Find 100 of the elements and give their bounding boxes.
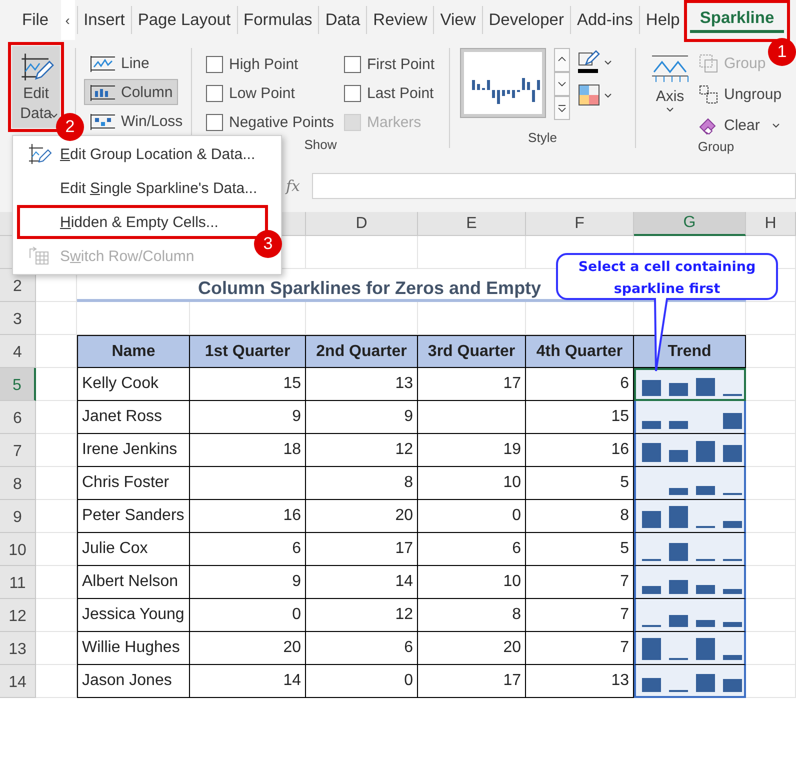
checkbox[interactable]: Low Point (206, 85, 295, 102)
tab-scroll-button[interactable]: ‹ (60, 0, 75, 40)
column-header[interactable]: G (634, 212, 746, 236)
sheet-cell[interactable] (746, 665, 796, 698)
function-label[interactable]: fx (286, 177, 308, 195)
table-cell: 14 (190, 665, 306, 698)
sheet-cell[interactable] (36, 632, 77, 665)
sparkline-cell[interactable] (634, 500, 746, 533)
row-header[interactable]: 11 (0, 566, 36, 599)
sheet-cell[interactable] (36, 401, 77, 434)
sheet-cell[interactable] (746, 500, 796, 533)
sparkline-cell[interactable] (634, 434, 746, 467)
row-header[interactable]: 4 (0, 335, 36, 368)
checkbox[interactable]: High Point (206, 56, 298, 73)
marker-color-button[interactable] (578, 84, 612, 106)
row-header[interactable]: 10 (0, 533, 36, 566)
ribbon-tab[interactable]: File (8, 6, 61, 34)
table-cell: 0 (418, 500, 526, 533)
sheet-cell[interactable] (746, 368, 796, 401)
row-header[interactable]: 8 (0, 467, 36, 500)
sparkline-cell[interactable] (634, 368, 746, 401)
table-cell: Chris Foster (77, 467, 190, 500)
column-heading: Name (77, 335, 190, 368)
checkbox[interactable]: Last Point (344, 85, 434, 102)
step-badge: 1 (768, 38, 796, 66)
row-header[interactable]: 6 (0, 401, 36, 434)
formula-input[interactable] (312, 173, 796, 199)
sheet-cell[interactable] (306, 236, 418, 269)
sheet-cell[interactable] (746, 401, 796, 434)
column-header[interactable]: D (306, 212, 418, 236)
sheet-cell[interactable] (746, 467, 796, 500)
row-header[interactable]: 3 (0, 302, 36, 335)
column-heading: 2nd Quarter (306, 335, 418, 368)
sparkline-cell[interactable] (634, 632, 746, 665)
ribbon-tab[interactable]: Review (366, 6, 434, 34)
table-cell: Irene Jenkins (77, 434, 190, 467)
edit-data-button[interactable]: Edit Data (12, 46, 60, 128)
sparkline-type-button[interactable]: Line (84, 50, 154, 76)
ribbon-tab[interactable]: Data (318, 6, 366, 34)
column-header[interactable]: F (526, 212, 634, 236)
row-header[interactable]: 9 (0, 500, 36, 533)
expand-icon (555, 102, 569, 114)
row-header[interactable]: 14 (0, 665, 36, 698)
sheet-cell[interactable] (36, 467, 77, 500)
ribbon-tab[interactable]: Insert (76, 6, 131, 34)
row-header[interactable]: 5 (0, 368, 36, 401)
ribbon-tab[interactable]: Formulas (236, 6, 318, 34)
row-header[interactable]: 7 (0, 434, 36, 467)
sheet-cell[interactable] (36, 665, 77, 698)
sparkline-cell[interactable] (634, 401, 746, 434)
sparkline-cell[interactable] (634, 566, 746, 599)
sparkline-cell[interactable] (634, 665, 746, 698)
sheet-cell[interactable] (36, 434, 77, 467)
table-cell: 6 (418, 533, 526, 566)
table-cell: 0 (306, 665, 418, 698)
sheet-cell[interactable] (36, 302, 77, 335)
sheet-cell[interactable] (746, 434, 796, 467)
axis-button[interactable]: Axis (636, 48, 694, 139)
sheet-cell[interactable] (746, 599, 796, 632)
sheet-cell[interactable] (746, 632, 796, 665)
column-header[interactable]: E (418, 212, 526, 236)
sheet-cell[interactable] (746, 335, 796, 368)
checkbox[interactable]: First Point (344, 56, 435, 73)
table-cell: 17 (306, 533, 418, 566)
table-cell: 13 (306, 368, 418, 401)
ribbon-tab[interactable]: Add-ins (570, 6, 639, 34)
table-cell: 15 (190, 368, 306, 401)
checkbox[interactable]: Negative Points (206, 114, 334, 131)
sparkline-cell[interactable] (634, 467, 746, 500)
ribbon-tab[interactable]: Sparkline (690, 7, 784, 33)
ribbon-tab[interactable]: Help (638, 6, 686, 34)
more-button[interactable] (554, 96, 570, 120)
group-tool-button[interactable]: Ungroup (694, 81, 782, 108)
table-cell: 20 (190, 632, 306, 665)
row-header[interactable]: 12 (0, 599, 36, 632)
sheet-cell[interactable] (746, 533, 796, 566)
caret-icon (604, 92, 612, 98)
sheet-cell[interactable] (36, 533, 77, 566)
sheet-cell[interactable] (36, 566, 77, 599)
table-cell: 9 (190, 566, 306, 599)
sheet-cell[interactable] (418, 236, 526, 269)
table-cell: 12 (306, 599, 418, 632)
group-tool-button[interactable]: Clear (694, 112, 780, 139)
ribbon-tab[interactable]: Page Layout (130, 6, 237, 34)
sheet-cell[interactable] (36, 368, 77, 401)
sparkline-color-button[interactable] (578, 50, 612, 74)
row-header[interactable]: 13 (0, 632, 36, 665)
sheet-cell[interactable] (746, 566, 796, 599)
sparkline-type-button[interactable]: Win/Loss (84, 108, 188, 134)
sheet-cell[interactable] (746, 302, 796, 335)
sheet-cell[interactable] (36, 500, 77, 533)
scroll-up-button[interactable] (554, 48, 570, 72)
column-header[interactable]: H (746, 212, 796, 236)
sparkline-type-button[interactable]: Column (84, 79, 178, 105)
ribbon-tab[interactable]: Developer (482, 6, 570, 34)
sheet-cell[interactable] (36, 599, 77, 632)
ribbon-tab[interactable]: View (433, 6, 482, 34)
menu-item[interactable]: Edit Single Sparkline's Data... (17, 171, 270, 205)
sparkline-cell[interactable] (634, 533, 746, 566)
sparkline-cell[interactable] (634, 599, 746, 632)
